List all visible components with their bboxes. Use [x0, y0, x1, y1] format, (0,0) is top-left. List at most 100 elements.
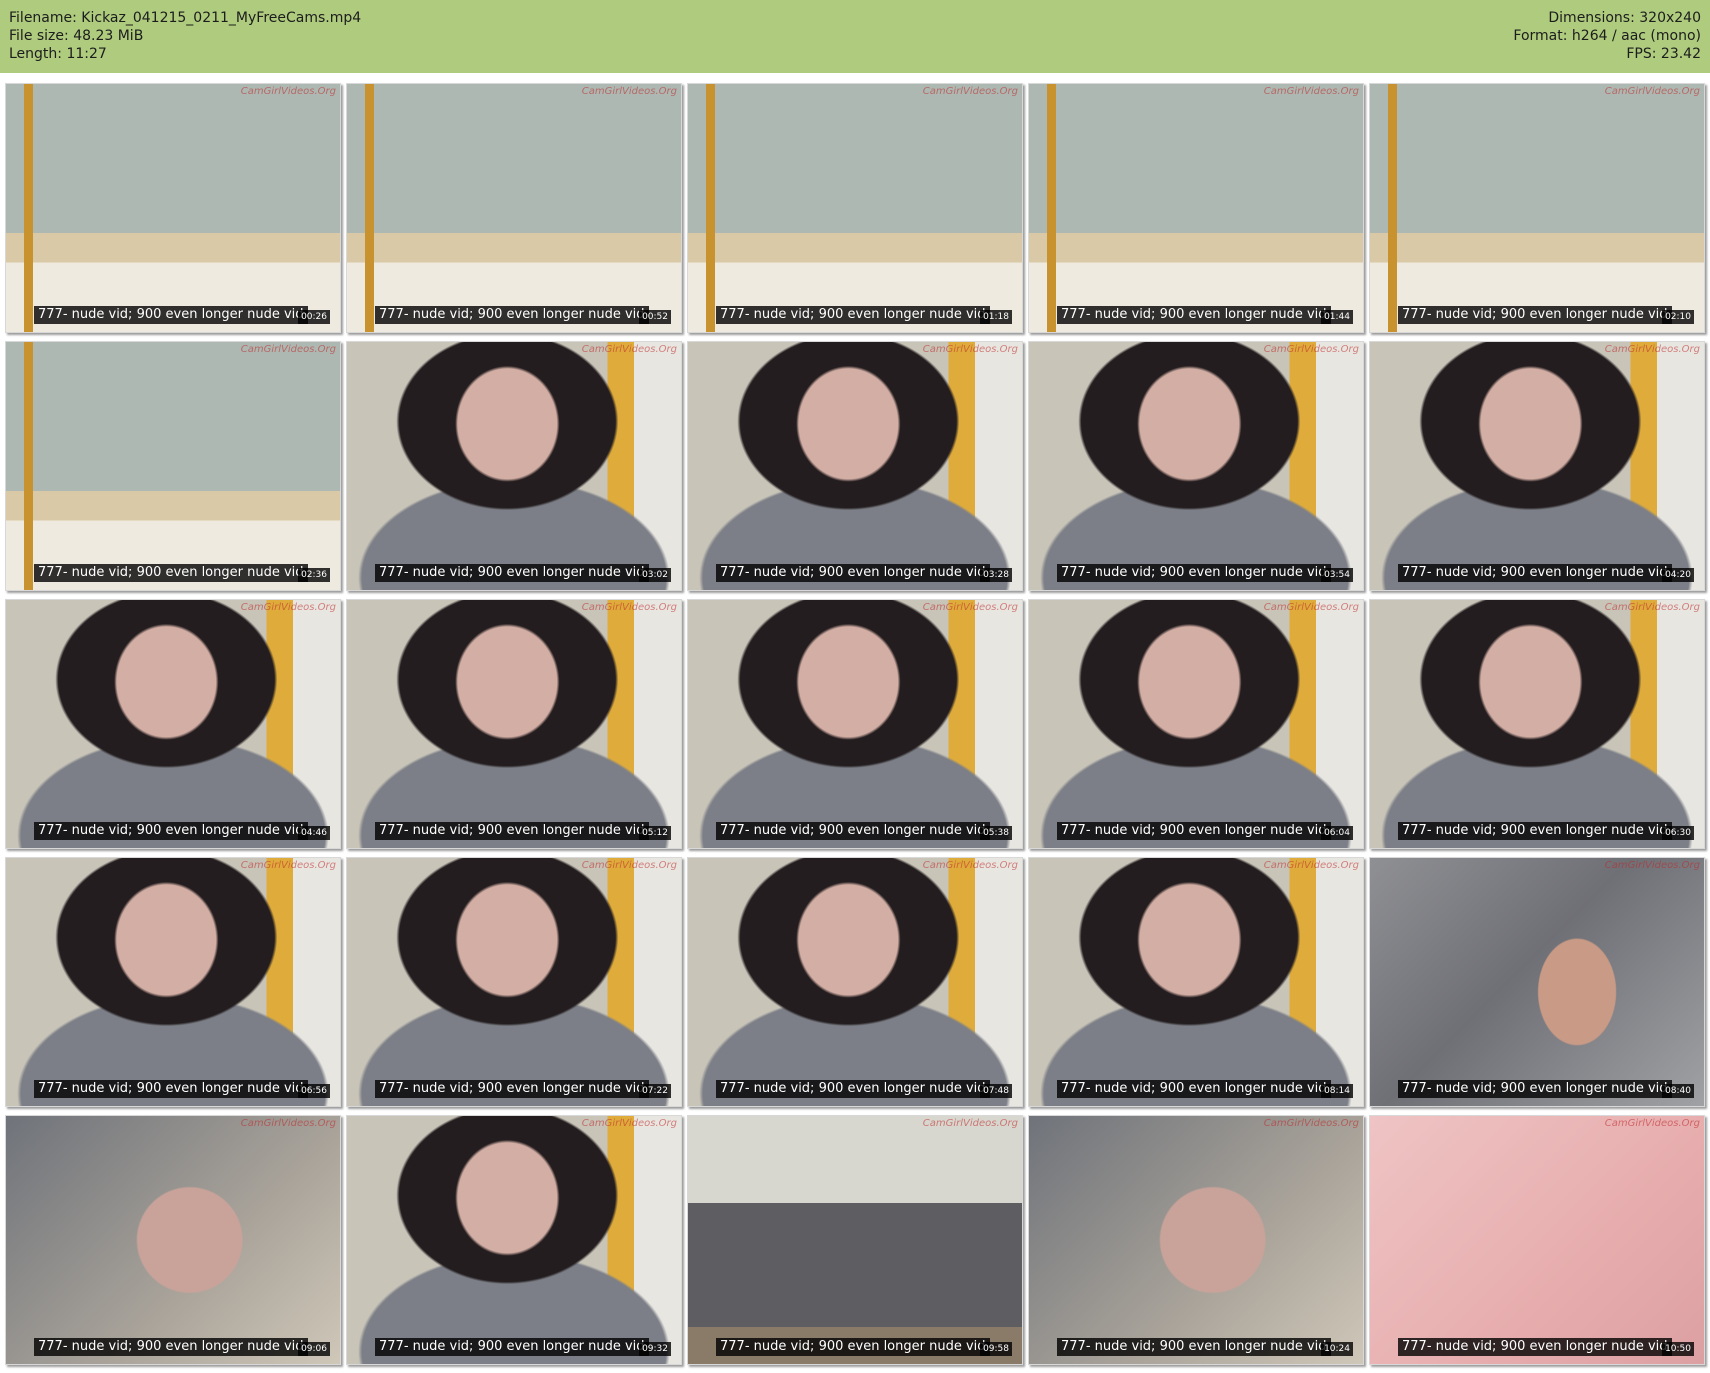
thumbnail-frame[interactable]: CamGirlVideos.Org 777- nude vid; 900 even… [346, 857, 682, 1107]
watermark-text: CamGirlVideos.Org [1263, 86, 1359, 97]
frame-caption: 777- nude vid; 900 even longer nude vid [716, 1338, 990, 1356]
frame-timestamp: 07:48 [980, 1084, 1012, 1098]
frame-caption: 777- nude vid; 900 even longer nude vid [375, 306, 649, 324]
watermark-text: CamGirlVideos.Org [240, 860, 336, 871]
thumbnail-frame[interactable]: CamGirlVideos.Org 777- nude vid; 900 even… [5, 1115, 341, 1365]
frame-timestamp: 03:54 [1321, 568, 1353, 582]
thumbnail-frame[interactable]: CamGirlVideos.Org 777- nude vid; 900 even… [5, 857, 341, 1107]
frame-timestamp: 00:52 [639, 310, 671, 324]
thumbnail-frame[interactable]: CamGirlVideos.Org 777- nude vid; 900 even… [1369, 83, 1705, 333]
frame-caption: 777- nude vid; 900 even longer nude vid [34, 1080, 308, 1098]
frame-caption: 777- nude vid; 900 even longer nude vid [716, 1080, 990, 1098]
filename-text: Filename: Kickaz_041215_0211_MyFreeCams.… [9, 10, 362, 26]
watermark-text: CamGirlVideos.Org [1604, 1118, 1700, 1129]
frame-caption: 777- nude vid; 900 even longer nude vid [716, 306, 990, 324]
thumbnail-frame[interactable]: CamGirlVideos.Org 777- nude vid; 900 even… [346, 83, 682, 333]
frame-caption: 777- nude vid; 900 even longer nude vid [375, 1080, 649, 1098]
length-text: Length: 11:27 [9, 46, 107, 62]
watermark-text: CamGirlVideos.Org [1263, 1118, 1359, 1129]
frame-timestamp: 05:38 [980, 826, 1012, 840]
thumbnail-frame[interactable]: CamGirlVideos.Org 777- nude vid; 900 even… [1028, 857, 1364, 1107]
frame-caption: 777- nude vid; 900 even longer nude vid [1398, 1080, 1672, 1098]
frame-caption: 777- nude vid; 900 even longer nude vid [375, 1338, 649, 1356]
thumbnail-frame[interactable]: CamGirlVideos.Org 777- nude vid; 900 even… [1369, 599, 1705, 849]
frame-caption: 777- nude vid; 900 even longer nude vid [1057, 564, 1331, 582]
thumbnail-frame[interactable]: CamGirlVideos.Org 777- nude vid; 900 even… [687, 341, 1023, 591]
frame-caption: 777- nude vid; 900 even longer nude vid [34, 306, 308, 324]
watermark-text: CamGirlVideos.Org [240, 86, 336, 97]
dimensions-text: Dimensions: 320x240 [1548, 10, 1701, 26]
thumbnail-frame[interactable]: CamGirlVideos.Org 777- nude vid; 900 even… [5, 83, 341, 333]
thumbnail-frame[interactable]: CamGirlVideos.Org 777- nude vid; 900 even… [1028, 83, 1364, 333]
thumbnail-frame[interactable]: CamGirlVideos.Org 777- nude vid; 900 even… [346, 599, 682, 849]
frame-caption: 777- nude vid; 900 even longer nude vid [375, 564, 649, 582]
frame-caption: 777- nude vid; 900 even longer nude vid [1398, 306, 1672, 324]
watermark-text: CamGirlVideos.Org [581, 860, 677, 871]
frame-timestamp: 04:46 [298, 826, 330, 840]
frame-timestamp: 02:36 [298, 568, 330, 582]
frame-caption: 777- nude vid; 900 even longer nude vid [1398, 564, 1672, 582]
frame-timestamp: 01:18 [980, 310, 1012, 324]
thumbnail-frame[interactable]: CamGirlVideos.Org 777- nude vid; 900 even… [346, 1115, 682, 1365]
thumbnail-frame[interactable]: CamGirlVideos.Org 777- nude vid; 900 even… [5, 599, 341, 849]
watermark-text: CamGirlVideos.Org [240, 602, 336, 613]
frame-timestamp: 03:28 [980, 568, 1012, 582]
thumbnail-frame[interactable]: CamGirlVideos.Org 777- nude vid; 900 even… [346, 341, 682, 591]
frame-timestamp: 06:30 [1662, 826, 1694, 840]
frame-timestamp: 09:58 [980, 1342, 1012, 1356]
frame-timestamp: 09:32 [639, 1342, 671, 1356]
frame-timestamp: 05:12 [639, 826, 671, 840]
thumbnail-frame[interactable]: CamGirlVideos.Org 777- nude vid; 900 even… [1028, 599, 1364, 849]
fps-text: FPS: 23.42 [1626, 46, 1701, 62]
frame-caption: 777- nude vid; 900 even longer nude vid [716, 822, 990, 840]
frame-caption: 777- nude vid; 900 even longer nude vid [1057, 1080, 1331, 1098]
thumbnail-frame[interactable]: CamGirlVideos.Org 777- nude vid; 900 even… [687, 83, 1023, 333]
thumbnail-frame[interactable]: CamGirlVideos.Org 777- nude vid; 900 even… [687, 599, 1023, 849]
frame-timestamp: 08:14 [1321, 1084, 1353, 1098]
watermark-text: CamGirlVideos.Org [581, 602, 677, 613]
frame-timestamp: 07:22 [639, 1084, 671, 1098]
format-text: Format: h264 / aac (mono) [1513, 28, 1701, 44]
thumbnail-frame[interactable]: CamGirlVideos.Org 777- nude vid; 900 even… [1369, 341, 1705, 591]
thumbnail-frame[interactable]: CamGirlVideos.Org 777- nude vid; 900 even… [1369, 857, 1705, 1107]
frame-timestamp: 02:10 [1662, 310, 1694, 324]
frame-caption: 777- nude vid; 900 even longer nude vid [1398, 822, 1672, 840]
watermark-text: CamGirlVideos.Org [1604, 860, 1700, 871]
frame-timestamp: 01:44 [1321, 310, 1353, 324]
frame-timestamp: 10:50 [1662, 1342, 1694, 1356]
video-meta-right: Dimensions: 320x240 Format: h264 / aac (… [1513, 9, 1701, 63]
thumbnail-frame[interactable]: CamGirlVideos.Org 777- nude vid; 900 even… [1369, 1115, 1705, 1365]
thumbnail-frame[interactable]: CamGirlVideos.Org 777- nude vid; 900 even… [687, 857, 1023, 1107]
frame-timestamp: 06:56 [298, 1084, 330, 1098]
watermark-text: CamGirlVideos.Org [1604, 344, 1700, 355]
watermark-text: CamGirlVideos.Org [581, 1118, 677, 1129]
frame-timestamp: 04:20 [1662, 568, 1694, 582]
watermark-text: CamGirlVideos.Org [922, 86, 1018, 97]
frame-caption: 777- nude vid; 900 even longer nude vid [1057, 306, 1331, 324]
watermark-text: CamGirlVideos.Org [1263, 344, 1359, 355]
watermark-text: CamGirlVideos.Org [922, 860, 1018, 871]
thumbnail-frame[interactable]: CamGirlVideos.Org 777- nude vid; 900 even… [5, 341, 341, 591]
frame-caption: 777- nude vid; 900 even longer nude vid [34, 564, 308, 582]
frame-caption: 777- nude vid; 900 even longer nude vid [716, 564, 990, 582]
frame-timestamp: 10:24 [1321, 1342, 1353, 1356]
frame-timestamp: 09:06 [298, 1342, 330, 1356]
thumbnail-frame[interactable]: CamGirlVideos.Org 777- nude vid; 900 even… [1028, 341, 1364, 591]
watermark-text: CamGirlVideos.Org [1604, 602, 1700, 613]
frame-caption: 777- nude vid; 900 even longer nude vid [375, 822, 649, 840]
frame-caption: 777- nude vid; 900 even longer nude vid [1057, 822, 1331, 840]
watermark-text: CamGirlVideos.Org [581, 86, 677, 97]
frame-caption: 777- nude vid; 900 even longer nude vid [34, 822, 308, 840]
watermark-text: CamGirlVideos.Org [240, 344, 336, 355]
thumbnail-frame[interactable]: CamGirlVideos.Org 777- nude vid; 900 even… [1028, 1115, 1364, 1365]
thumbnail-frame[interactable]: CamGirlVideos.Org 777- nude vid; 900 even… [687, 1115, 1023, 1365]
frame-caption: 777- nude vid; 900 even longer nude vid [1057, 1338, 1331, 1356]
thumbnail-grid: CamGirlVideos.Org 777- nude vid; 900 even… [5, 83, 1705, 1365]
frame-timestamp: 03:02 [639, 568, 671, 582]
watermark-text: CamGirlVideos.Org [1604, 86, 1700, 97]
video-info-header: Filename: Kickaz_041215_0211_MyFreeCams.… [0, 0, 1710, 73]
watermark-text: CamGirlVideos.Org [581, 344, 677, 355]
watermark-text: CamGirlVideos.Org [1263, 860, 1359, 871]
frame-timestamp: 08:40 [1662, 1084, 1694, 1098]
frame-timestamp: 06:04 [1321, 826, 1353, 840]
